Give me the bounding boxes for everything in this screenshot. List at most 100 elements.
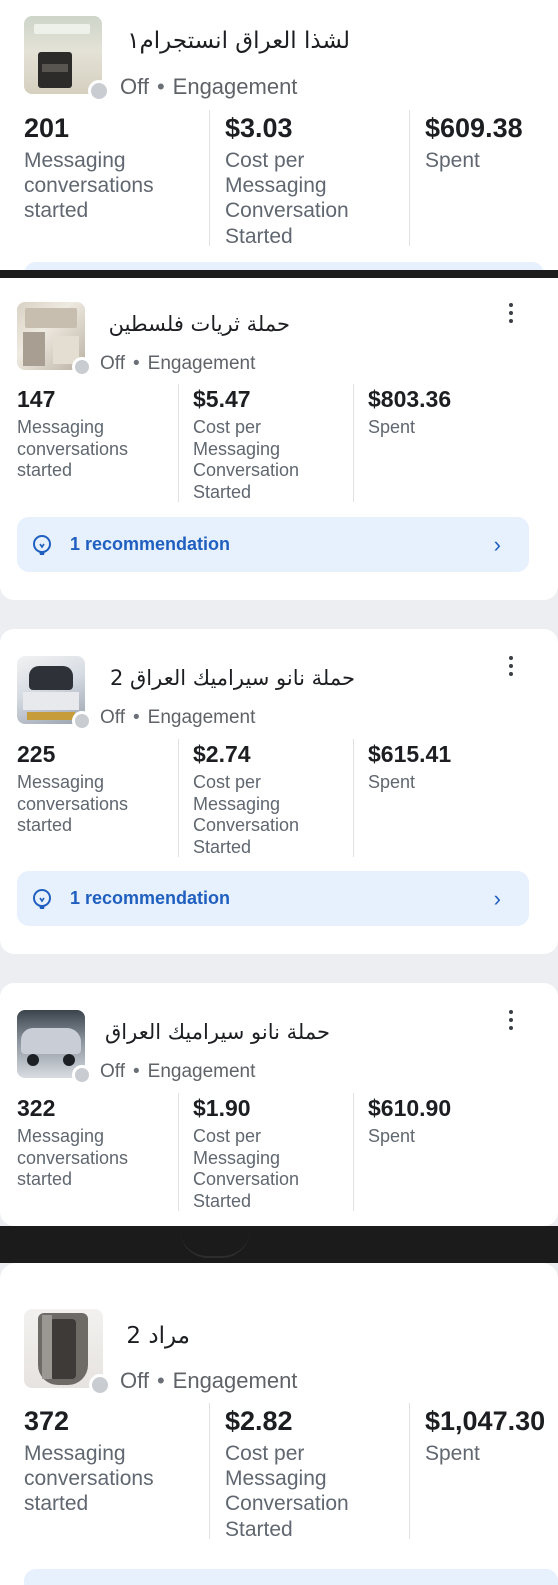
metric-spent: $803.36 Spent [368,386,518,439]
metric-value: $1.90 [193,1095,251,1121]
bullet-separator: • [133,707,140,728]
campaign-status-objective: Off • Engagement [120,1368,297,1394]
recommendation-label: 1 recommendation [70,888,231,908]
metric-label: Cost per Messaging Conversation Started [193,417,300,502]
metric-cost-per: $1.90 Cost per Messaging Conversation St… [193,1095,343,1212]
status-dot [89,1374,111,1396]
screenshot-separator [0,270,558,278]
campaign-thumbnail [17,1010,92,1085]
campaign-status-objective: Off • Engagement [120,74,297,100]
metric-divider [178,384,179,502]
metric-value: $610.90 [368,1095,452,1121]
status-text: Off [120,74,149,99]
objective-text: Engagement [147,1061,256,1082]
objective-text: Engagement [147,707,256,728]
recommendation-bar[interactable]: 1 recommendation › [17,871,529,926]
campaign-title[interactable]: حملة نانو سيراميك العراق [100,1020,330,1044]
metric-divider [209,110,210,246]
metric-divider [409,110,410,246]
metric-value: $2.74 [193,741,251,767]
metric-cost-per: $2.74 Cost per Messaging Conversation St… [193,741,343,858]
metric-label: Spent [368,1126,416,1146]
objective-text: Engagement [172,1368,298,1393]
metric-label: Spent [368,417,416,437]
status-text: Off [120,1368,149,1393]
campaign-card-5[interactable]: مراد 2 Off • Engagement 372 Messaging conv… [0,1263,558,1585]
more-vertical-icon [509,656,513,660]
campaign-thumbnail [17,302,92,377]
metric-divider [353,1093,354,1211]
metric-value: 322 [17,1095,56,1121]
bullet-separator: • [156,74,165,99]
status-text: Off [100,707,125,728]
objective-text: Engagement [147,353,256,374]
metric-divider [353,739,354,857]
campaign-status-objective: Off • Engagement [100,353,255,375]
metric-spent: $1,047.30 Spent [425,1406,558,1466]
bullet-separator: • [133,353,140,374]
metric-label: Cost per Messaging Conversation Started [193,772,300,857]
lightbulb-icon [31,534,53,556]
metric-label: Cost per Messaging Conversation Started [225,1442,349,1541]
metric-divider [209,1403,210,1539]
metric-conversations: 201 Messaging conversations started [24,113,194,224]
campaign-card-3[interactable]: حملة نانو سيراميك العراق 2 Off • Engagemen… [0,629,558,954]
status-dot [72,357,92,377]
metric-value: 147 [17,386,56,412]
metric-label: Messaging conversations started [17,417,129,481]
recommendation-bar-partial[interactable] [24,1569,558,1585]
campaign-title[interactable]: لشذا العراق انستجرام١ [120,28,350,54]
recommendation-bar[interactable]: 1 recommendation › [17,517,529,572]
metric-divider [409,1403,410,1539]
lightbulb-icon [31,888,53,910]
campaign-thumbnail [24,16,110,102]
metric-value: $609.38 [425,113,523,143]
metric-value: 201 [24,113,70,143]
metric-cost-per: $2.82 Cost per Messaging Conversation St… [225,1406,395,1542]
campaign-title[interactable]: مراد 2 [120,1323,190,1349]
recommendation-bar-partial[interactable] [24,262,544,270]
metric-conversations: 225 Messaging conversations started [17,741,177,837]
campaign-status-objective: Off • Engagement [100,707,255,729]
status-text: Off [100,353,125,374]
metric-value: 372 [24,1406,70,1436]
chevron-right-icon: › [493,885,501,911]
campaign-title[interactable]: حملة نانو سيراميك العراق 2 [100,666,355,690]
bullet-separator: • [156,1368,165,1393]
metric-divider [353,384,354,502]
status-dot [72,1065,92,1085]
metric-cost-per: $3.03 Cost per Messaging Conversation St… [225,113,395,249]
status-dot [72,711,92,731]
objective-text: Engagement [172,74,298,99]
more-vertical-icon [509,1010,513,1014]
more-options-button[interactable] [499,649,523,683]
more-options-button[interactable] [499,1003,523,1037]
campaign-title[interactable]: حملة ثريات فلسطين [100,312,290,336]
metric-label: Messaging conversations started [17,1126,129,1190]
recommendation-label: 1 recommendation [70,534,231,554]
campaign-card-4[interactable]: حملة نانو سيراميك العراق Off • Engagement … [0,983,558,1226]
metric-value: $5.47 [193,386,251,412]
campaign-status-objective: Off • Engagement [100,1061,255,1083]
metric-value: $3.03 [225,113,293,143]
bullet-separator: • [133,1061,140,1082]
screenshot-separator [0,1226,558,1263]
metric-cost-per: $5.47 Cost per Messaging Conversation St… [193,386,343,503]
campaign-card-1[interactable]: لشذا العراق انستجرام١ Off • Engagement 201… [0,0,558,270]
metric-label: Spent [425,149,480,172]
metric-label: Cost per Messaging Conversation Started [225,149,349,248]
metric-label: Messaging conversations started [17,772,129,836]
metric-divider [178,739,179,857]
metric-label: Spent [425,1442,480,1465]
metric-conversations: 147 Messaging conversations started [17,386,177,482]
metric-value: $615.41 [368,741,452,767]
metric-value: $1,047.30 [425,1406,546,1436]
more-options-button[interactable] [499,296,523,330]
status-dot [88,80,110,102]
metric-spent: $610.90 Spent [368,1095,518,1148]
metric-value: 225 [17,741,56,767]
campaign-card-2[interactable]: حملة ثريات فلسطين Off • Engagement 147 Mes… [0,278,558,600]
metric-conversations: 372 Messaging conversations started [24,1406,194,1517]
metric-spent: $609.38 Spent [425,113,558,173]
metric-value: $803.36 [368,386,452,412]
